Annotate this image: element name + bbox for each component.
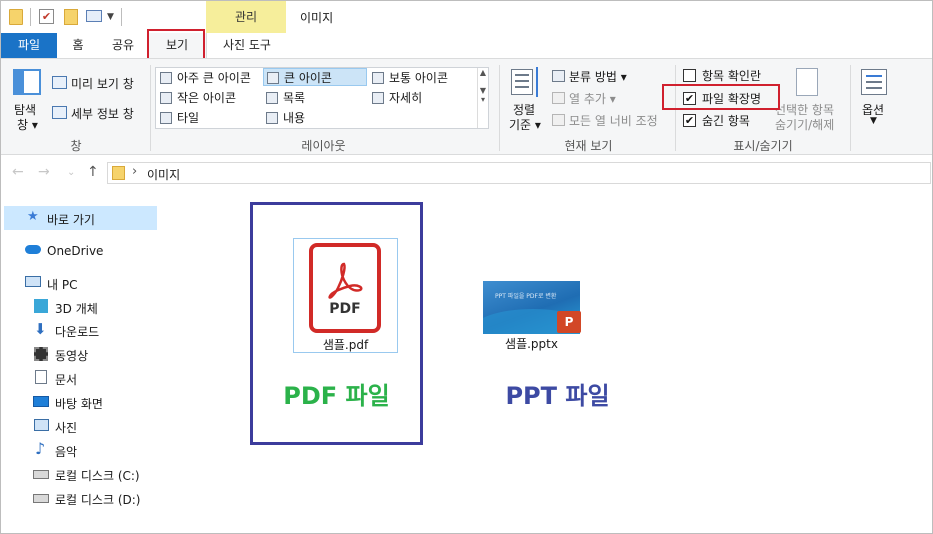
highlight-file-extensions: [662, 84, 780, 110]
layout-scroll[interactable]: ▲ ▼ ▾: [477, 68, 488, 128]
sidebar-item-onedrive[interactable]: OneDrive: [47, 244, 103, 258]
sidebar-item-documents[interactable]: 문서: [55, 371, 77, 388]
size-columns-icon: [552, 114, 565, 126]
ppt-caption: PPT 파일: [505, 382, 610, 410]
sidebar-item-videos[interactable]: 동영상: [55, 347, 88, 364]
group-label-current-view: 현재 보기: [564, 139, 613, 153]
breadcrumb-separator[interactable]: ›: [132, 164, 137, 179]
powerpoint-icon: P: [557, 311, 581, 333]
highlight-view-tab: [147, 29, 205, 60]
sidebar-item-music[interactable]: 음악: [55, 443, 77, 460]
tab-picture-tools[interactable]: 사진 도구: [207, 33, 287, 58]
sort-arrow-icon: [536, 67, 540, 97]
acrobat-logo-icon: [328, 262, 363, 299]
sidebar-item-3d-objects[interactable]: 3D 개체: [55, 300, 98, 317]
ribbon-view: 탐색 창 ▾ 미리 보기 창 세부 정보 창 창 아주 큰 아이콘 큰 아이콘 …: [1, 58, 932, 155]
divider: [499, 65, 500, 151]
group-label-panes: 창: [70, 139, 82, 153]
hidden-items-checkbox[interactable]: ✔: [683, 114, 696, 127]
drive-c-icon: [33, 470, 49, 479]
context-tab-manage: 관리: [206, 1, 286, 33]
title-bar: [1, 1, 932, 33]
layout-small-icons[interactable]: 작은 아이콘: [157, 89, 236, 107]
layout-medium-icons[interactable]: 보통 아이콘: [369, 69, 448, 87]
window-title: 이미지: [300, 11, 334, 25]
computer-icon: [25, 276, 41, 287]
tab-share[interactable]: 공유: [99, 33, 147, 58]
navigation-pane-icon[interactable]: [13, 69, 41, 95]
quick-access-dropdown-icon[interactable]: ▼: [107, 12, 114, 22]
sidebar-item-desktop[interactable]: 바탕 화면: [55, 395, 103, 412]
hidden-items-label[interactable]: 숨긴 항목: [702, 112, 750, 129]
add-columns-button: 열 추가 ▾: [569, 92, 616, 106]
group-by-button[interactable]: 분류 방법 ▾: [569, 68, 627, 85]
properties-icon[interactable]: ✔: [39, 9, 54, 24]
layout-list[interactable]: 목록: [263, 89, 305, 107]
3d-objects-icon: [34, 299, 48, 313]
music-icon: ♪: [35, 439, 46, 458]
pptx-thumbnail-text: PPT 파일을 PDF로 변환: [495, 293, 557, 300]
sidebar-item-downloads[interactable]: 다운로드: [55, 323, 99, 340]
details-pane-icon: [52, 106, 67, 119]
sidebar-item-drive-d[interactable]: 로컬 디스크 (D:): [55, 491, 140, 508]
group-label-layout: 레이아웃: [301, 139, 346, 153]
tab-home[interactable]: 홈: [57, 33, 99, 58]
document-icon: [35, 370, 47, 384]
layout-extra-large-icons[interactable]: 아주 큰 아이콘: [157, 69, 251, 87]
folder-icon: [9, 9, 23, 25]
hide-selected-icon: [796, 68, 818, 96]
layout-large-icons[interactable]: 큰 아이콘: [263, 68, 367, 86]
drive-d-icon: [33, 494, 49, 503]
sidebar-item-pictures[interactable]: 사진: [55, 419, 77, 436]
address-input[interactable]: [107, 162, 931, 184]
divider: [121, 8, 122, 26]
layout-content[interactable]: 내용: [263, 109, 305, 127]
sort-by-label2[interactable]: 기준 ▾: [509, 116, 541, 133]
preview-pane-button[interactable]: 미리 보기 창: [71, 75, 134, 92]
cloud-icon: [25, 245, 41, 254]
hide-selected-label2: 숨기기/해제: [775, 118, 835, 132]
divider: [30, 8, 31, 26]
sidebar-label-quick-access[interactable]: 바로 가기: [47, 211, 95, 228]
group-by-icon: [552, 70, 565, 82]
desktop-icon: [33, 396, 49, 407]
download-icon: ⬇: [34, 320, 47, 338]
video-icon: [34, 347, 48, 361]
nav-pane-label2[interactable]: 창 ▾: [17, 116, 38, 133]
up-arrow-icon[interactable]: ↑: [87, 164, 99, 180]
star-icon: ★: [27, 209, 39, 224]
pdf-icon-label: PDF: [329, 301, 361, 317]
pdf-caption: PDF 파일: [283, 382, 390, 410]
layout-details[interactable]: 자세히: [369, 89, 422, 107]
ribbon-tabs: 파일 홈 공유 보기 사진 도구: [1, 33, 932, 58]
options-dropdown-icon[interactable]: ▼: [870, 116, 877, 126]
rename-icon[interactable]: [86, 10, 102, 22]
sidebar-item-this-pc[interactable]: 내 PC: [47, 276, 77, 293]
details-pane-button[interactable]: 세부 정보 창: [71, 105, 134, 122]
add-columns-icon: [552, 92, 565, 104]
tab-file[interactable]: 파일: [1, 33, 57, 58]
back-arrow-icon[interactable]: ←: [12, 164, 24, 180]
layout-tiles[interactable]: 타일: [157, 109, 199, 127]
sidebar-item-drive-c[interactable]: 로컬 디스크 (C:): [55, 467, 140, 484]
layout-gallery: 아주 큰 아이콘 큰 아이콘 보통 아이콘 작은 아이콘 목록 자세히 타일 내…: [155, 67, 489, 129]
group-label-show-hide: 표시/숨기기: [733, 139, 793, 153]
forward-arrow-icon[interactable]: →: [38, 164, 50, 180]
options-icon[interactable]: [861, 69, 887, 95]
new-folder-icon[interactable]: [64, 9, 78, 25]
recent-locations-icon[interactable]: ⌄: [67, 167, 75, 178]
item-checkboxes-label[interactable]: 항목 확인란: [702, 67, 761, 84]
size-columns-button: 모든 열 너비 조정: [569, 114, 658, 128]
folder-icon: [112, 166, 125, 180]
divider: [850, 65, 851, 151]
file-name-pdf[interactable]: 샘플.pdf: [293, 336, 398, 353]
item-checkboxes-checkbox[interactable]: [683, 69, 696, 82]
preview-pane-icon: [52, 76, 67, 89]
file-name-pptx[interactable]: 샘플.pptx: [483, 335, 580, 352]
pictures-icon: [34, 419, 49, 431]
sort-by-icon[interactable]: [511, 69, 533, 95]
breadcrumb-folder[interactable]: 이미지: [147, 166, 180, 183]
